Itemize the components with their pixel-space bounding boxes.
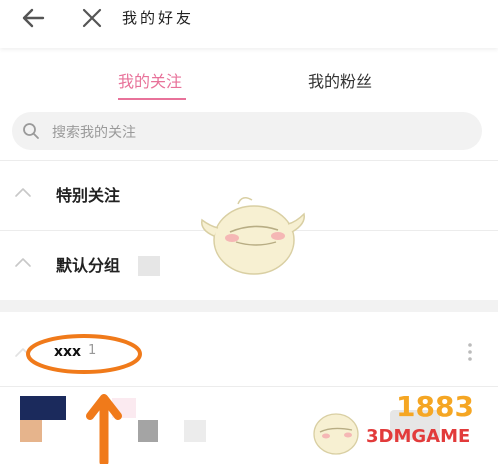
mascot-small-icon xyxy=(313,413,359,455)
site-watermark: 1883 3DMGAME xyxy=(300,388,498,464)
top-bar: 我的好友 xyxy=(0,0,498,48)
mascot-watermark xyxy=(201,197,305,275)
user-list-item[interactable]: xxx 1 xyxy=(0,318,498,384)
close-icon xyxy=(82,8,102,28)
friends-page: 我的好友 我的关注 我的粉丝 搜索我的关注 特别关注 默认分组 xxx 1 18… xyxy=(0,0,498,464)
watermark-1883: 1883 xyxy=(396,390,474,423)
annotation-arrow-icon xyxy=(86,394,122,464)
section-separator xyxy=(0,300,498,312)
tab-fans[interactable]: 我的粉丝 xyxy=(308,68,372,92)
avatar-mosaic xyxy=(138,420,158,442)
arrow-left-icon xyxy=(22,8,45,28)
divider xyxy=(0,386,498,387)
search-box[interactable]: 搜索我的关注 xyxy=(12,112,482,150)
tab-following[interactable]: 我的关注 xyxy=(118,68,182,92)
highlight-circle xyxy=(26,334,142,374)
back-button[interactable] xyxy=(18,4,48,32)
watermark-3dmgame: 3DMGAME xyxy=(366,426,471,447)
chevron-up-icon xyxy=(15,188,31,197)
group-label: 特别关注 xyxy=(56,186,121,205)
avatar-mosaic xyxy=(20,420,42,442)
search-icon xyxy=(23,123,39,139)
avatar-mosaic xyxy=(184,420,206,442)
more-vertical-icon[interactable] xyxy=(462,340,478,364)
chevron-up-icon xyxy=(15,258,31,267)
active-tab-indicator xyxy=(118,98,186,100)
close-button[interactable] xyxy=(78,4,106,32)
search-input[interactable]: 搜索我的关注 xyxy=(52,122,136,142)
avatar xyxy=(20,396,66,420)
group-label: 默认分组 xyxy=(56,256,121,275)
tab-bar: 我的关注 我的粉丝 xyxy=(0,56,498,100)
page-title: 我的好友 xyxy=(122,9,195,27)
redaction-block xyxy=(138,256,160,276)
